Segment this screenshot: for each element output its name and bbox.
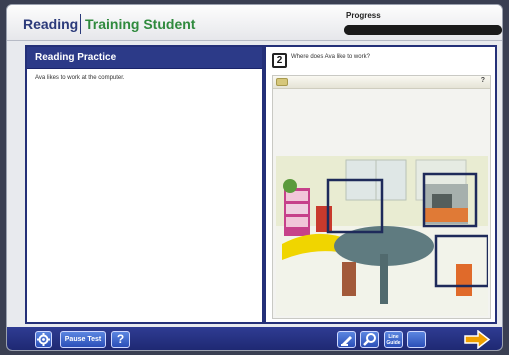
help-button[interactable]: ? (111, 331, 130, 348)
pencil-icon[interactable] (276, 78, 288, 86)
subject-title: Reading (23, 16, 79, 32)
line-guide-button[interactable]: Line Guide (384, 331, 403, 348)
question-number: 2 (272, 53, 287, 68)
highlighter-button[interactable] (337, 331, 356, 348)
student-name: Training Student (85, 16, 196, 32)
next-arrow-icon[interactable] (463, 330, 491, 349)
question-text: Where does Ava like to work? (291, 54, 370, 60)
progress-label: Progress (346, 11, 381, 20)
magnifier-button[interactable] (360, 331, 379, 348)
answer-area[interactable]: ? (272, 75, 491, 319)
magnifier-icon (363, 333, 376, 346)
answer-toolbar: ? (273, 76, 490, 89)
progress-fill (344, 25, 502, 35)
passage-title: Reading Practice (27, 47, 262, 69)
highlighter-icon (341, 336, 352, 346)
top-header: Reading Training Student Progress (7, 5, 502, 41)
line-guide-label-2: Guide (386, 340, 401, 346)
bottom-toolbar: Pause Test ? Line Guide (7, 327, 502, 350)
settings-button[interactable] (35, 331, 52, 348)
content-area: Reading Practice Ava likes to work at th… (25, 45, 497, 324)
gear-icon (37, 333, 50, 346)
pause-test-button[interactable]: Pause Test (60, 331, 106, 348)
passage-panel: Reading Practice Ava likes to work at th… (27, 47, 262, 322)
question-panel: 2 Where does Ava like to work? ? (266, 47, 495, 322)
app-window: Reading Training Student Progress Readin… (6, 4, 503, 351)
classroom-illustration (276, 156, 488, 316)
answer-help-icon[interactable]: ? (481, 77, 485, 84)
blank-tool-button[interactable] (407, 331, 426, 348)
header-divider (80, 14, 81, 34)
progress-bar (344, 25, 502, 35)
passage-text: Ava likes to work at the computer. (35, 75, 125, 81)
